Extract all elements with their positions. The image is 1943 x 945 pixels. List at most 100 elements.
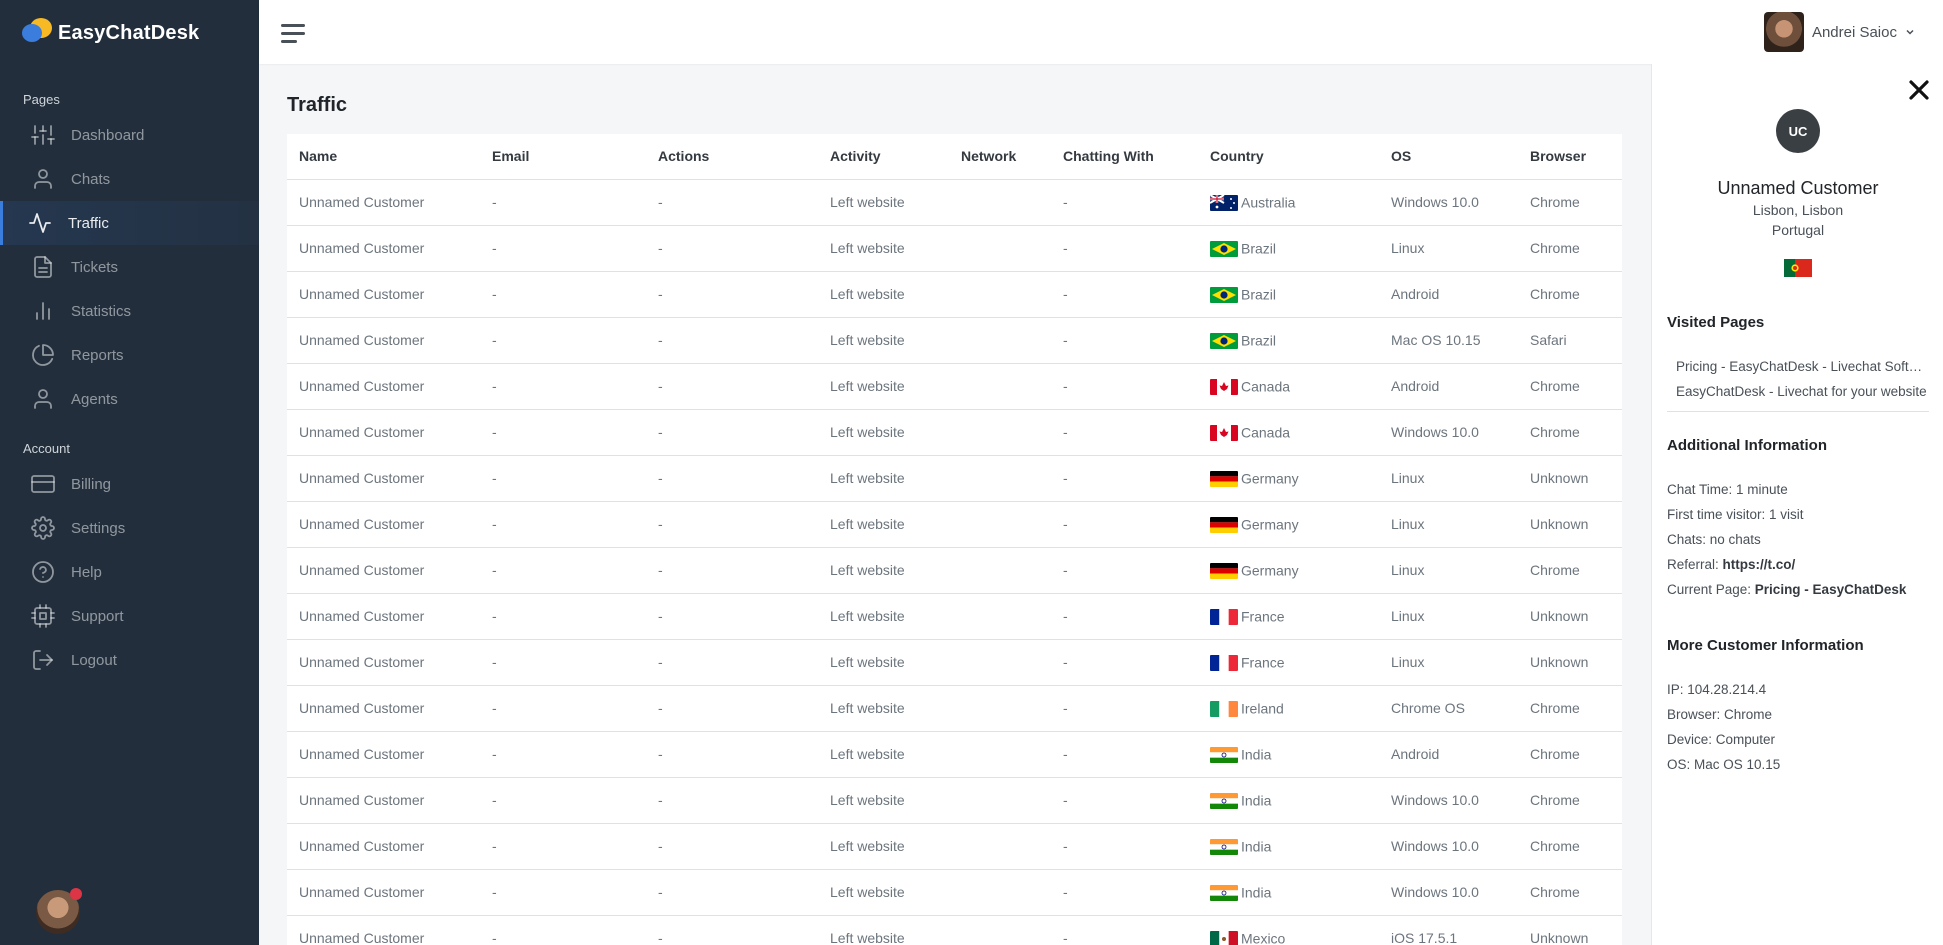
table-row[interactable]: Unnamed Customer - - Left website - Germany Li… <box>287 547 1622 594</box>
table-header-row: Name Email Actions Activity Network Chatting … <box>287 134 1622 180</box>
sidebar-item-support[interactable]: Support <box>0 594 259 638</box>
cell-network <box>949 823 1051 870</box>
table-row[interactable]: Unnamed Customer - - Left website - Brazil Mac… <box>287 317 1622 364</box>
table-row[interactable]: Unnamed Customer - - Left website - Canada And… <box>287 363 1622 410</box>
sidebar-avatar[interactable] <box>36 888 82 934</box>
cell-email: - <box>480 225 646 272</box>
sidebar-item-help[interactable]: Help <box>0 550 259 594</box>
table-row[interactable]: Unnamed Customer - - Left website - Brazil Lin… <box>287 225 1622 272</box>
cell-network <box>949 915 1051 945</box>
cell-activity: Left website <box>818 501 949 548</box>
cell-name: Unnamed Customer <box>287 593 480 640</box>
cell-actions: - <box>646 685 818 732</box>
column-header-country[interactable]: Country <box>1198 134 1379 180</box>
sidebar-item-settings[interactable]: Settings <box>0 506 259 550</box>
column-header-browser[interactable]: Browser <box>1518 134 1622 180</box>
cell-email: - <box>480 915 646 945</box>
sidebar-item-statistics[interactable]: Statistics <box>0 289 259 333</box>
cell-country: France <box>1198 593 1379 640</box>
column-header-actions[interactable]: Actions <box>646 134 818 180</box>
sidebar-item-agents[interactable]: Agents <box>0 377 259 421</box>
user-menu[interactable]: Andrei Saioc <box>1763 12 1915 52</box>
cell-country: France <box>1198 639 1379 686</box>
table-row[interactable]: Unnamed Customer - - Left website - India Wind… <box>287 823 1622 870</box>
user-avatar <box>1763 12 1804 52</box>
table-row[interactable]: Unnamed Customer - - Left website - Canada Win… <box>287 409 1622 456</box>
cell-actions: - <box>646 823 818 870</box>
cell-country: Canada <box>1198 363 1379 410</box>
country-name: India <box>1241 746 1272 763</box>
customer-ip: IP: 104.28.214.4 <box>1667 682 1767 697</box>
cell-activity: Left website <box>818 271 949 318</box>
table-row[interactable]: Unnamed Customer - - Left website - Germany Li… <box>287 455 1622 502</box>
cell-chatting: - <box>1051 593 1198 640</box>
sidebar-item-logout[interactable]: Logout <box>0 638 259 682</box>
cpu-icon <box>31 604 55 628</box>
sidebar-item-dashboard[interactable]: Dashboard <box>0 113 259 157</box>
visited-page-item[interactable]: EasyChatDesk - Livechat for your website <box>1676 379 1929 404</box>
cell-network <box>949 685 1051 732</box>
sidebar-item-label: Billing <box>71 475 112 493</box>
close-icon[interactable] <box>1907 78 1931 102</box>
sidebar-item-reports[interactable]: Reports <box>0 333 259 377</box>
germany-flag-icon <box>1210 470 1238 487</box>
column-header-name[interactable]: Name <box>287 134 480 180</box>
cell-activity: Left website <box>818 823 949 870</box>
customer-initials-avatar: UC <box>1776 109 1820 153</box>
cell-chatting: - <box>1051 685 1198 732</box>
cell-name: Unnamed Customer <box>287 225 480 272</box>
chat-bubbles-logo-icon <box>22 18 52 48</box>
cell-name: Unnamed Customer <box>287 639 480 686</box>
cell-browser: Unknown <box>1518 593 1622 640</box>
country-name: India <box>1241 838 1272 855</box>
cell-network <box>949 225 1051 272</box>
sidebar-item-billing[interactable]: Billing <box>0 462 259 506</box>
table-row[interactable]: Unnamed Customer - - Left website - France Lin… <box>287 639 1622 686</box>
country-name: Germany <box>1241 470 1299 487</box>
divider <box>1667 411 1929 412</box>
cell-activity: Left website <box>818 225 949 272</box>
column-header-activity[interactable]: Activity <box>818 134 949 180</box>
table-row[interactable]: Unnamed Customer - - Left website - India Wind… <box>287 869 1622 916</box>
cell-country: Brazil <box>1198 225 1379 272</box>
cell-network <box>949 547 1051 594</box>
brand[interactable]: EasyChatDesk <box>0 0 259 66</box>
cell-network <box>949 869 1051 916</box>
cell-activity: Left website <box>818 639 949 686</box>
cell-network <box>949 501 1051 548</box>
table-row[interactable]: Unnamed Customer - - Left website - India Andr… <box>287 731 1622 778</box>
cell-actions: - <box>646 501 818 548</box>
cell-name: Unnamed Customer <box>287 777 480 824</box>
cell-name: Unnamed Customer <box>287 869 480 916</box>
sidebar-item-label: Statistics <box>71 302 132 320</box>
sidebar-item-traffic[interactable]: Traffic <box>0 201 259 245</box>
sidebar-header-pages: Pages <box>23 92 60 107</box>
cell-activity: Left website <box>818 593 949 640</box>
table-row[interactable]: Unnamed Customer - - Left website - France Lin… <box>287 593 1622 640</box>
cell-activity: Left website <box>818 869 949 916</box>
cell-name: Unnamed Customer <box>287 823 480 870</box>
hamburger-menu-icon[interactable] <box>281 22 307 44</box>
sidebar-item-label: Logout <box>71 651 117 669</box>
referral-value[interactable]: https://t.co/ <box>1723 557 1796 572</box>
table-row[interactable]: Unnamed Customer - - Left website - Brazil And… <box>287 271 1622 318</box>
column-header-email[interactable]: Email <box>480 134 646 180</box>
table-row[interactable]: Unnamed Customer - - Left website - Ireland Ch… <box>287 685 1622 732</box>
visited-page-item[interactable]: Pricing - EasyChatDesk - Livechat Softwa… <box>1676 354 1929 379</box>
table-row[interactable]: Unnamed Customer - - Left website - Australia… <box>287 179 1622 226</box>
cell-actions: - <box>646 317 818 364</box>
column-header-network[interactable]: Network <box>949 134 1051 180</box>
table-row[interactable]: Unnamed Customer - - Left website - Mexico iOS… <box>287 915 1622 945</box>
canada-flag-icon <box>1210 424 1238 441</box>
table-row[interactable]: Unnamed Customer - - Left website - India Wind… <box>287 777 1622 824</box>
cell-actions: - <box>646 409 818 456</box>
cell-chatting: - <box>1051 639 1198 686</box>
column-header-os[interactable]: OS <box>1379 134 1518 180</box>
table-row[interactable]: Unnamed Customer - - Left website - Germany Li… <box>287 501 1622 548</box>
sidebar-item-tickets[interactable]: Tickets <box>0 245 259 289</box>
column-header-chatting-with[interactable]: Chatting With <box>1051 134 1198 180</box>
customer-city: Lisbon, Lisbon <box>1752 202 1844 218</box>
sidebar-item-chats[interactable]: Chats <box>0 157 259 201</box>
cell-country: Brazil <box>1198 271 1379 318</box>
france-flag-icon <box>1210 654 1238 671</box>
